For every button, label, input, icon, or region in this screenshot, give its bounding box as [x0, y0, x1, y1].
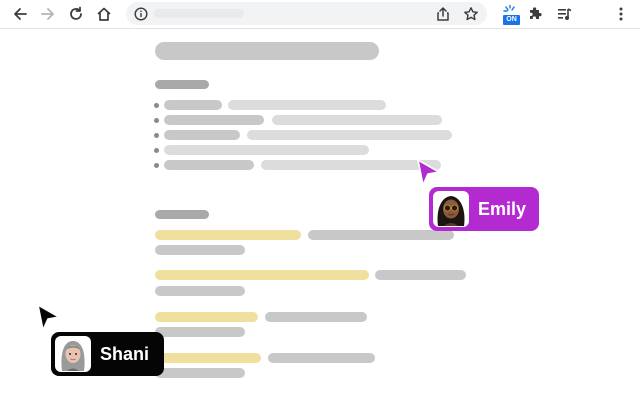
collaborator-tag-emily: Emily: [429, 187, 539, 231]
info-icon[interactable]: [130, 3, 152, 25]
menu-icon[interactable]: [610, 3, 632, 25]
text-placeholder: [268, 353, 375, 363]
list-item-placeholder: [164, 130, 240, 140]
list-bullet: [154, 103, 159, 108]
share-icon[interactable]: [432, 3, 454, 25]
text-placeholder: [155, 286, 245, 296]
list-item-placeholder: [164, 145, 369, 155]
highlighted-text-placeholder: [155, 353, 261, 363]
text-placeholder: [155, 368, 245, 378]
forward-icon[interactable]: [37, 3, 59, 25]
emily-cursor-icon: [417, 159, 440, 186]
list-item-placeholder: [261, 160, 441, 170]
list-item-placeholder: [228, 100, 386, 110]
list-item-placeholder: [164, 100, 222, 110]
home-icon[interactable]: [93, 3, 115, 25]
extension-status-badge: ON: [503, 15, 520, 25]
list-bullet: [154, 118, 159, 123]
list-item-placeholder: [272, 115, 442, 125]
list-bullet: [154, 163, 159, 168]
text-placeholder: [155, 245, 245, 255]
text-placeholder: [265, 312, 367, 322]
collaborator-name: Shani: [100, 343, 150, 364]
collaborator-name: Emily: [478, 198, 527, 219]
media-queue-icon[interactable]: [553, 3, 575, 25]
section-heading-placeholder: [155, 80, 209, 89]
page-title-placeholder: [155, 42, 379, 60]
reload-icon[interactable]: [65, 3, 87, 25]
puzzle-icon[interactable]: [524, 3, 546, 25]
list-item-placeholder: [164, 160, 254, 170]
shani-cursor-icon: [37, 304, 60, 331]
list-bullet: [154, 133, 159, 138]
highlighted-text-placeholder: [155, 312, 258, 322]
highlighted-text-placeholder: [155, 270, 369, 280]
text-placeholder: [308, 230, 454, 240]
star-icon[interactable]: [460, 3, 482, 25]
collaborator-tag-shani: Shani: [51, 332, 164, 376]
text-placeholder: [375, 270, 466, 280]
emily-avatar: [433, 191, 469, 227]
url-placeholder: [154, 9, 244, 18]
highlighted-text-placeholder: [155, 230, 301, 240]
list-item-placeholder: [247, 130, 452, 140]
shani-avatar: [55, 336, 91, 372]
section-heading-placeholder: [155, 210, 209, 219]
list-item-placeholder: [164, 115, 264, 125]
text-placeholder: [155, 327, 245, 337]
back-icon[interactable]: [9, 3, 31, 25]
browser-toolbar: ON: [0, 0, 640, 29]
list-bullet: [154, 148, 159, 153]
